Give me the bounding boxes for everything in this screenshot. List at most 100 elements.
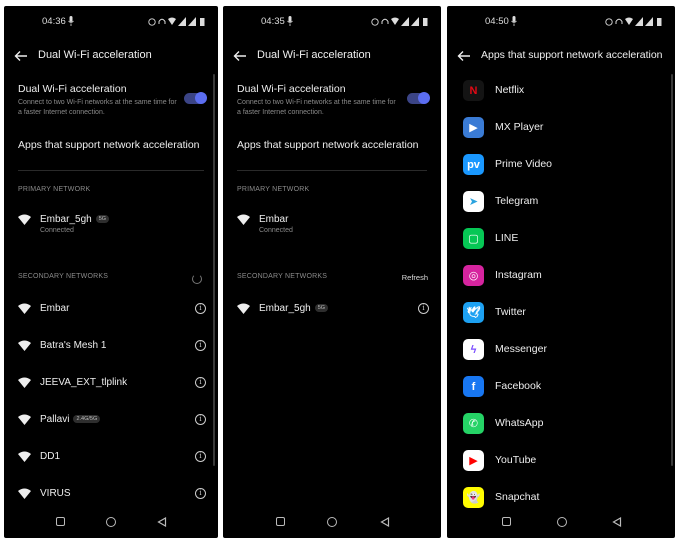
info-icon[interactable]: i [195, 451, 206, 462]
recents-button-icon[interactable] [276, 517, 285, 526]
primary-network-item[interactable]: Embar_5gh 5G Connected [16, 211, 206, 235]
alarm-icon [148, 18, 156, 26]
info-icon[interactable]: i [195, 488, 206, 499]
network-name: VIRUS [40, 488, 71, 499]
back-button-icon[interactable] [157, 517, 167, 527]
mic-icon [511, 16, 517, 26]
page-title: Dual Wi-Fi acceleration [38, 49, 152, 61]
battery-icon [657, 18, 662, 26]
signal-icon-2 [411, 17, 419, 26]
twitter-icon: 🕊 [463, 302, 484, 323]
app-list-item[interactable]: 👻 Snapchat [463, 487, 665, 509]
app-list-item[interactable]: ✆ WhatsApp [463, 413, 665, 435]
info-icon[interactable]: i [195, 414, 206, 425]
home-button-icon[interactable] [557, 517, 567, 527]
navigation-bar [4, 508, 218, 538]
app-list-item[interactable]: 🕊 Twitter [463, 302, 665, 324]
primary-network-header: PRIMARY NETWORK [237, 186, 310, 193]
secondary-network-item[interactable]: Embar i [16, 300, 206, 324]
home-button-icon[interactable] [106, 517, 116, 527]
signal-icon [178, 17, 186, 26]
back-arrow-icon[interactable] [233, 49, 247, 63]
app-bar: Apps that support network acceleration [447, 46, 675, 68]
app-list-item[interactable]: ▶ MX Player [463, 117, 665, 139]
headphones-icon [158, 18, 166, 24]
secondary-network-item[interactable]: DD1 i [16, 448, 206, 472]
alarm-icon [605, 18, 613, 26]
app-bar: Dual Wi-Fi acceleration [223, 46, 441, 68]
apps-acceleration-link[interactable]: Apps that support network acceleration [237, 139, 419, 151]
mic-icon [287, 16, 293, 26]
dual-wifi-toggle-title[interactable]: Dual Wi-Fi acceleration [237, 83, 346, 95]
recents-button-icon[interactable] [56, 517, 65, 526]
back-button-icon[interactable] [612, 517, 622, 527]
app-list-item[interactable]: ◎ Instagram [463, 265, 665, 287]
signal-icon [401, 17, 409, 26]
secondary-network-item[interactable]: Pallavi 2.4G/5G i [16, 411, 206, 435]
app-name: WhatsApp [495, 417, 544, 429]
primary-network-header: PRIMARY NETWORK [18, 186, 91, 193]
dual-wifi-switch[interactable] [184, 92, 207, 104]
switch-knob [418, 92, 430, 104]
wifi-icon [18, 377, 31, 388]
band-badge: 5G [95, 215, 110, 224]
network-status: Connected [40, 227, 74, 234]
wifi-icon [237, 214, 250, 225]
back-button-icon[interactable] [380, 517, 390, 527]
network-name: Embar_5gh [40, 214, 92, 225]
netflix-icon: N [463, 80, 484, 101]
signal-icon-2 [645, 17, 653, 26]
divider [18, 170, 204, 171]
wifi-icon [18, 340, 31, 351]
navigation-bar [447, 508, 675, 538]
app-name: Twitter [495, 306, 526, 318]
wifi-icon [18, 414, 31, 425]
dual-wifi-toggle-title[interactable]: Dual Wi-Fi acceleration [18, 83, 127, 95]
mic-icon [68, 16, 74, 26]
app-list-item[interactable]: ▶ YouTube [463, 450, 665, 472]
status-bar: 04:35 [223, 16, 441, 30]
app-list-item[interactable]: N Netflix [463, 80, 665, 102]
network-name: Embar_5gh [259, 303, 311, 314]
network-name: Pallavi [40, 414, 70, 425]
app-name: LINE [495, 232, 519, 244]
back-arrow-icon[interactable] [457, 49, 471, 63]
info-icon[interactable]: i [195, 340, 206, 351]
secondary-network-item[interactable]: VIRUS i [16, 485, 206, 509]
info-icon[interactable]: i [195, 377, 206, 388]
battery-icon [423, 18, 428, 26]
scrollbar[interactable] [671, 74, 673, 466]
network-name: Embar [40, 303, 70, 314]
whatsapp-icon: ✆ [463, 413, 484, 434]
page-title: Dual Wi-Fi acceleration [257, 49, 371, 61]
app-list-item[interactable]: ϟ Messenger [463, 339, 665, 361]
recents-button-icon[interactable] [502, 517, 511, 526]
info-icon[interactable]: i [195, 303, 206, 314]
network-status: Connected [259, 227, 293, 234]
secondary-networks-header: SECONDARY NETWORKS [237, 273, 328, 280]
instagram-icon: ◎ [463, 265, 484, 286]
refresh-button[interactable]: Refresh [402, 273, 428, 282]
dual-wifi-switch[interactable] [407, 92, 430, 104]
secondary-network-item[interactable]: Batra's Mesh 1 i [16, 337, 206, 361]
primary-network-item[interactable]: Embar Connected [235, 211, 429, 235]
messenger-icon: ϟ [463, 339, 484, 360]
scrollbar[interactable] [213, 74, 215, 466]
back-arrow-icon[interactable] [14, 49, 28, 63]
app-list-item[interactable]: pv Prime Video [463, 154, 665, 176]
app-list-item[interactable]: ▢ LINE [463, 228, 665, 250]
status-time: 04:35 [261, 16, 285, 27]
app-list-item[interactable]: ➤ Telegram [463, 191, 665, 213]
dual-wifi-toggle-description: Connect to two Wi-Fi networks at the sam… [18, 99, 177, 116]
info-icon[interactable]: i [418, 303, 429, 314]
apps-acceleration-link[interactable]: Apps that support network acceleration [18, 139, 200, 151]
secondary-network-item[interactable]: JEEVA_EXT_tlplink i [16, 374, 206, 398]
secondary-network-item[interactable]: Embar_5gh 5G i [235, 300, 429, 324]
phone-screen-1: 04:36 Dual Wi-Fi acceleration Dual Wi-Fi… [4, 6, 218, 538]
app-name: Prime Video [495, 158, 553, 170]
app-name: Instagram [495, 269, 542, 281]
navigation-bar [223, 508, 441, 538]
youtube-icon: ▶ [463, 450, 484, 471]
home-button-icon[interactable] [327, 517, 337, 527]
app-list-item[interactable]: f Facebook [463, 376, 665, 398]
